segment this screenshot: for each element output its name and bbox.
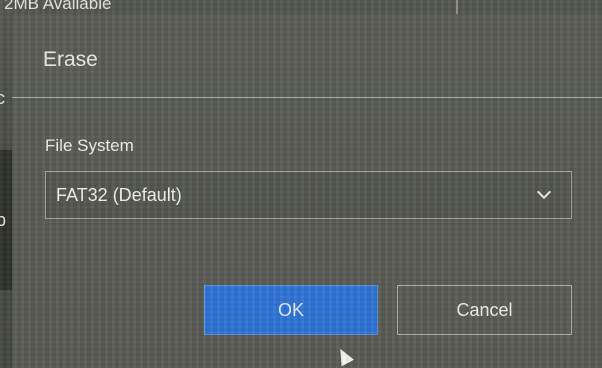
chevron-down-icon[interactable] bbox=[536, 184, 552, 200]
cancel-button[interactable]: Cancel bbox=[397, 285, 572, 335]
ok-button[interactable]: OK bbox=[204, 285, 378, 335]
file-system-label: File System bbox=[45, 136, 134, 155]
dialog-title: Erase bbox=[43, 48, 98, 71]
background-letter: p bbox=[0, 210, 7, 230]
background-divider bbox=[456, 0, 458, 14]
screen: 2MB Available c p Erase File System FAT3… bbox=[0, 0, 602, 368]
file-system-selected-value: FAT32 (Default) bbox=[56, 185, 182, 205]
file-system-select[interactable]: FAT32 (Default) bbox=[45, 171, 572, 219]
erase-dialog: Erase File System FAT32 (Default) OK Can… bbox=[12, 14, 602, 368]
background-available-text: 2MB Available bbox=[4, 0, 112, 13]
background-letter: c bbox=[0, 88, 5, 108]
title-divider bbox=[12, 97, 602, 98]
